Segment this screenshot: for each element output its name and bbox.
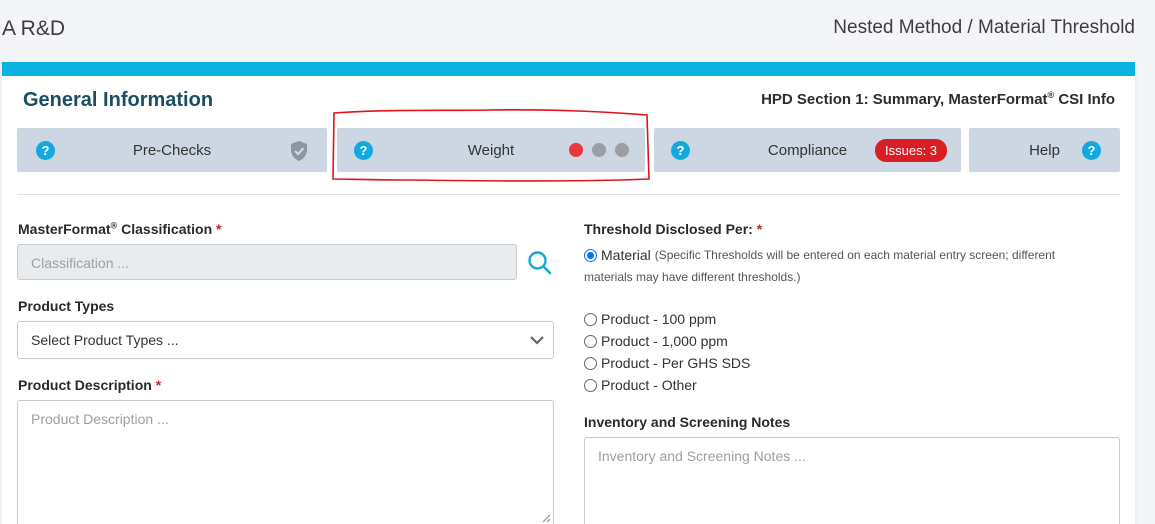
tab-compliance[interactable]: ? Compliance Issues: 3	[654, 128, 961, 172]
app-title: A R&D	[2, 17, 66, 40]
card-subtitle: HPD Section 1: Summary, MasterFormat® CS…	[761, 90, 1115, 109]
radio-note: (Specific Thresholds will be entered on …	[654, 248, 1056, 262]
classification-input[interactable]: Classification ...	[17, 244, 517, 280]
radio-label: Material	[601, 247, 651, 263]
general-information-card: General Information HPD Section 1: Summa…	[2, 62, 1135, 524]
radio-button[interactable]	[584, 334, 597, 348]
radio-label: Product - Per GHS SDS	[601, 355, 751, 371]
shield-check-icon	[291, 141, 307, 161]
radio-button[interactable]	[584, 356, 597, 370]
radio-label: Product - 1,000 ppm	[601, 333, 728, 349]
product-types-value: Select Product Types ...	[31, 332, 179, 348]
step-tabs: ? Pre-Checks ? Weight ? Compliance Issue…	[17, 128, 1120, 172]
radio-button[interactable]	[584, 248, 597, 262]
status-dot-gray	[592, 143, 606, 157]
tab-help[interactable]: Help ?	[969, 128, 1120, 172]
issues-badge: Issues: 3	[875, 139, 948, 162]
product-description-placeholder: Product Description ...	[31, 411, 169, 427]
tab-pre-checks[interactable]: ? Pre-Checks	[17, 128, 327, 172]
status-dot-gray	[615, 143, 629, 157]
divider	[17, 194, 1120, 195]
radio-product-100ppm[interactable]: Product - 100 ppm	[584, 311, 716, 327]
product-types-label: Product Types	[18, 298, 115, 314]
tab-weight[interactable]: ? Weight	[337, 128, 645, 172]
inventory-notes-label: Inventory and Screening Notes	[584, 414, 791, 430]
radio-product-ghs-sds[interactable]: Product - Per GHS SDS	[584, 355, 750, 371]
breadcrumb: Nested Method / Material Threshold	[833, 17, 1135, 38]
chevron-down-icon	[530, 336, 544, 345]
threshold-label: Threshold Disclosed Per: *	[584, 221, 763, 237]
card-title: General Information	[23, 89, 214, 111]
resize-handle-icon[interactable]	[541, 513, 551, 523]
inventory-notes-textarea[interactable]: Inventory and Screening Notes ...	[584, 437, 1120, 524]
masterformat-label: MasterFormat® Classification *	[18, 220, 222, 237]
radio-note-continued: materials may have different thresholds.…	[584, 270, 801, 284]
product-types-select[interactable]: Select Product Types ...	[17, 321, 554, 359]
radio-product-1000ppm[interactable]: Product - 1,000 ppm	[584, 333, 728, 349]
tab-label: Pre-Checks	[132, 142, 212, 159]
radio-product-other[interactable]: Product - Other	[584, 377, 697, 393]
radio-label: Product - Other	[601, 377, 697, 393]
radio-button[interactable]	[584, 378, 597, 392]
radio-label: Product - 100 ppm	[601, 311, 717, 327]
product-description-label: Product Description *	[18, 377, 162, 393]
product-description-textarea[interactable]: Product Description ...	[17, 400, 554, 524]
radio-button[interactable]	[584, 312, 597, 326]
status-dot-red	[569, 143, 583, 157]
radio-material[interactable]: Material (Specific Thresholds will be en…	[584, 247, 1055, 263]
search-icon[interactable]	[527, 250, 553, 276]
question-icon[interactable]: ?	[1082, 141, 1101, 160]
